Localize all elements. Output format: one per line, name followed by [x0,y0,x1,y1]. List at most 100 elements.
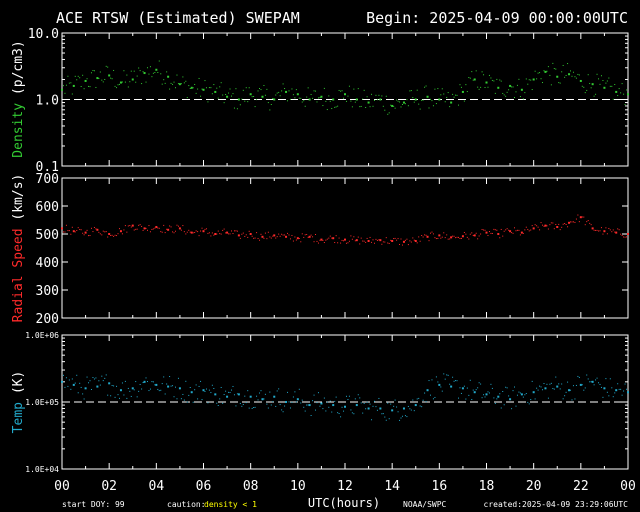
density-scatter-point [247,101,249,103]
speed-scatter-point [126,231,128,233]
density-scatter-point [384,109,386,111]
temp-point [261,398,264,401]
speed-point [520,231,523,234]
temp-scatter-point [98,380,100,382]
density-scatter-point [223,102,225,104]
density-scatter-point [307,87,309,89]
temp-scatter-point [363,402,365,404]
temp-scatter-point [550,382,552,384]
temp-scatter-point [496,398,498,400]
temp-scatter-point [531,380,533,382]
speed-scatter-point [583,216,585,218]
density-point [214,90,217,93]
density-scatter-point [620,92,622,94]
speed-scatter-point [138,224,140,226]
temp-scatter-point [76,374,78,376]
temp-scatter-point [148,390,150,392]
density-scatter-point [317,97,319,99]
density-scatter-point [86,78,88,80]
speed-scatter-point [161,231,163,233]
speed-scatter-point [393,238,395,240]
density-scatter-point [172,83,174,85]
density-point [391,104,394,107]
density-scatter-point [345,100,347,102]
speed-scatter-point [244,235,246,237]
density-scatter-point [354,101,356,103]
temp-scatter-point [608,395,610,397]
temp-scatter-point [381,413,383,415]
temp-scatter-point [484,396,486,398]
temp-scatter-point [431,379,433,381]
temp-scatter-point [107,394,109,396]
density-scatter-point [306,96,308,98]
density-scatter-point [500,80,502,82]
temp-scatter-point [74,382,76,384]
speed-scatter-point [584,224,586,226]
temp-scatter-point [303,406,305,408]
speed-ylabel: Radial Speed (km/s) [11,174,26,323]
density-scatter-point [139,70,141,72]
density-scatter-point [499,79,501,81]
density-scatter-point [161,83,163,85]
speed-scatter-point [376,239,378,241]
density-scatter-point [481,71,483,73]
density-scatter-point [288,90,290,92]
speed-scatter-point [434,237,436,239]
temp-scatter-point [204,390,206,392]
temp-scatter-point [444,378,446,380]
speed-scatter-point [595,229,597,231]
speed-scatter-point [605,227,607,229]
speed-point [627,233,629,235]
speed-scatter-point [86,229,88,231]
source-label: NOAA/SWPC [403,500,447,509]
temp-point [214,393,217,396]
temp-scatter-point [266,403,268,405]
speed-scatter-point [424,234,426,236]
speed-scatter-point [396,239,398,241]
speed-scatter-point [483,229,485,231]
speed-scatter-point [322,239,324,241]
temp-scatter-point [300,402,302,404]
speed-scatter-point [241,233,243,235]
temp-point [556,385,559,388]
density-scatter-point [269,109,271,111]
density-point [155,68,158,71]
temp-point [520,393,523,396]
speed-ytick-label: 200 [36,312,59,327]
begin-time: Begin: 2025-04-09 00:00:00UTC [366,9,628,27]
temp-scatter-point [340,416,342,418]
density-scatter-point [284,88,286,90]
speed-scatter-point [152,228,154,230]
speed-ytick-label: 500 [36,228,59,243]
density-scatter-point [210,87,212,89]
density-scatter-point [186,97,188,99]
temp-scatter-point [376,409,378,411]
temp-scatter-point [151,381,153,383]
speed-scatter-point [577,214,579,216]
density-scatter-point [257,90,259,92]
density-scatter-point [130,70,132,72]
density-scatter-point [584,92,586,94]
temp-scatter-point [505,386,507,388]
speed-scatter-point [574,221,576,223]
speed-scatter-point [593,229,595,231]
density-scatter-point [323,87,325,89]
density-scatter-point [169,88,171,90]
speed-scatter-point [76,229,78,231]
temp-scatter-point [298,388,300,390]
density-scatter-point [463,100,465,102]
density-scatter-point [429,98,431,100]
temp-scatter-point [225,390,227,392]
density-scatter-point [421,99,423,101]
temp-scatter-point [90,388,92,390]
speed-scatter-point [315,233,317,235]
temp-scatter-point [325,410,327,412]
density-point [261,95,264,98]
density-scatter-point [609,85,611,87]
speed-scatter-point [135,228,137,230]
temp-scatter-point [599,383,601,385]
temp-scatter-point [135,381,137,383]
density-scatter-point [124,81,126,83]
density-scatter-point [449,106,451,108]
speed-scatter-point [304,234,306,236]
